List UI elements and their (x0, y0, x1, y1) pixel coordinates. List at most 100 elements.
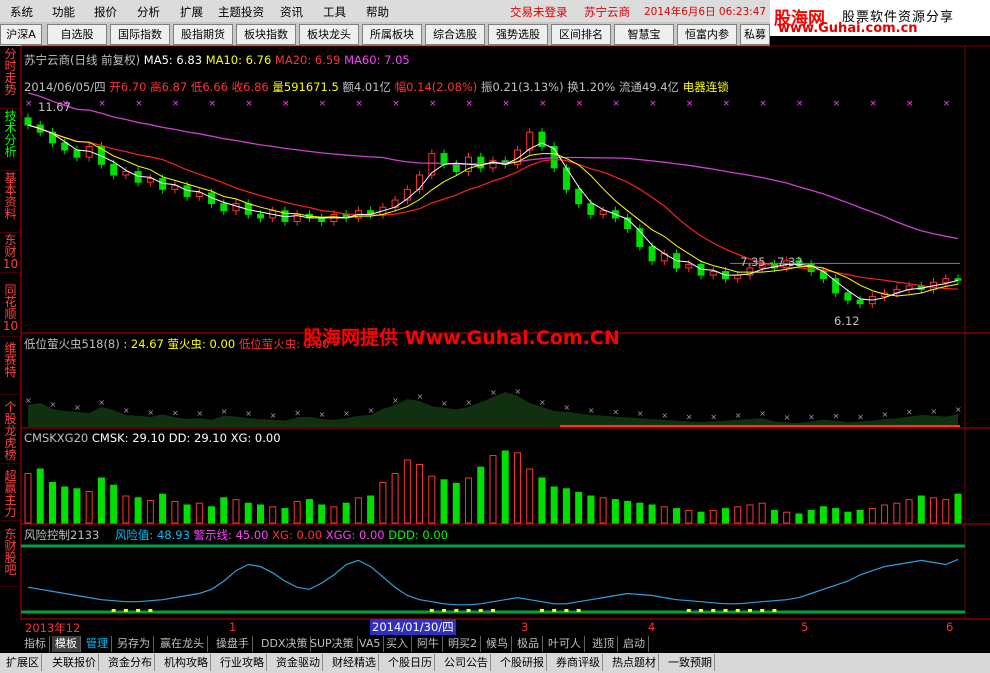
candle-body (587, 203, 595, 215)
risk-low-mark (491, 609, 495, 612)
candle-body (73, 149, 81, 158)
ma20-value: MA20: 6.59 (274, 53, 341, 67)
watermark-text: 股海网提供 Www.Guhai.Com.CN (303, 327, 620, 349)
ind3-risk: 风险值: 48.93 (114, 528, 190, 542)
indicator1-marker: × (123, 406, 130, 415)
signal-marker: × (98, 99, 106, 109)
tab-premium[interactable]: 极品 (514, 636, 543, 652)
indicator2-bar (734, 506, 742, 524)
indicator1-marker: × (25, 396, 32, 405)
indicator2-bar (257, 504, 264, 524)
tab-sup[interactable]: SUP决策 (307, 636, 358, 652)
indicator1-marker: × (172, 408, 179, 417)
ind2-cmsk: CMSK: 29.10 (91, 431, 166, 445)
indicator2-bar (318, 504, 326, 524)
tab2-fund-flow[interactable]: 资金分布 (106, 654, 155, 671)
tab-win-leader[interactable]: 赢在龙头 (157, 636, 208, 652)
signal-marker: × (429, 99, 437, 109)
indicator2-bar (342, 502, 350, 524)
ma10-value: MA10: 6.76 (205, 53, 272, 67)
tab2-fund-drive[interactable]: 资金驱动 (274, 654, 323, 671)
indicator1-marker: × (441, 399, 448, 408)
indicator2-bar (281, 508, 289, 524)
indicator2-bar (930, 497, 938, 524)
indicator2-bar (269, 506, 277, 524)
tab-va5[interactable]: VA5 (356, 636, 385, 652)
signal-marker: × (539, 99, 547, 109)
candle-body (734, 274, 742, 280)
price-low-label: 6.12 (834, 314, 860, 328)
tab-aniu[interactable]: 阿牛 (414, 636, 443, 652)
indicator2-bar (881, 504, 889, 524)
risk-low-mark (552, 609, 557, 612)
indicator1-marker: × (661, 411, 668, 420)
tab2-industry[interactable]: 行业攻略 (218, 654, 267, 671)
risk-low-mark (711, 609, 716, 612)
tab-manage[interactable]: 管理 (83, 636, 112, 652)
risk-low-mark (466, 609, 471, 612)
indicator2-bar (599, 497, 607, 524)
signal-marker: × (576, 99, 584, 109)
indicator2-bar (819, 506, 827, 524)
quote-low: 低6.66 (190, 80, 228, 94)
candle-body (24, 117, 32, 126)
risk-low-mark (136, 609, 141, 612)
tab-save-as[interactable]: 另存为 (114, 636, 154, 652)
candle-body (146, 178, 154, 183)
tab2-finance-news[interactable]: 财经精选 (330, 654, 379, 671)
indicator2-bar (403, 459, 411, 524)
indicator2-bar (954, 493, 962, 524)
tab-escape-top[interactable]: 逃顶 (589, 636, 618, 652)
signal-marker: × (319, 99, 327, 109)
risk-low-mark (148, 609, 153, 612)
candle-body (856, 299, 864, 305)
indicator2-bar (917, 495, 925, 524)
tab-ddx[interactable]: DDX决策 (258, 636, 312, 652)
indicator2-bar (73, 488, 81, 524)
tab2-research[interactable]: 个股研报 (498, 654, 547, 671)
tab-launch[interactable]: 启动 (620, 636, 649, 652)
ma60-value: MA60: 7.05 (344, 53, 410, 67)
indicator2-bar (36, 468, 44, 524)
indicator2-bar (770, 509, 778, 524)
tab2-institution[interactable]: 机构攻略 (162, 654, 211, 671)
tab-migrant-bird[interactable]: 候鸟 (483, 636, 512, 652)
time-axis[interactable]: 2013年12 1 2014/01/30/四 3 4 5 6 (21, 619, 990, 635)
indicator1-area (28, 392, 958, 427)
tab2-hot-topics[interactable]: 热点题材 (610, 654, 659, 671)
tab-mingmai2[interactable]: 明买2 (445, 636, 481, 652)
ma20-line (27, 124, 959, 290)
risk-low-mark (478, 609, 483, 612)
ind2-title: CMSKXG20 (24, 431, 89, 445)
ind3-xgg: XGG: 0.00 (325, 528, 385, 542)
candle-body (942, 278, 950, 283)
candle-body (954, 278, 962, 281)
tab2-extension[interactable]: 扩展区 (4, 654, 42, 671)
tab-template[interactable]: 模板 (52, 636, 81, 652)
indicator2-bar (587, 495, 595, 524)
candle-body (220, 203, 228, 212)
candle-body (61, 142, 69, 151)
indicator1-marker: × (735, 411, 742, 420)
risk-low-mark (747, 609, 752, 612)
candle-body (452, 163, 460, 172)
indicator1-marker: × (931, 407, 938, 416)
tab-indicator[interactable]: 指标 (21, 636, 50, 652)
tab2-consensus[interactable]: 一致预期 (666, 654, 715, 671)
tab-buy[interactable]: 买入 (383, 636, 412, 652)
tab-yekeren[interactable]: 叶可人 (545, 636, 585, 652)
indicator2-bar (416, 464, 424, 524)
indicator2-bar (856, 509, 864, 524)
risk-low-mark (699, 609, 704, 612)
indicator2-bar (367, 495, 375, 524)
tab2-stock-calendar[interactable]: 个股日历 (386, 654, 435, 671)
tab2-related-quote[interactable]: 关联报价 (50, 654, 99, 671)
indicator1-marker: × (955, 405, 962, 414)
tab2-broker-rating[interactable]: 券商评级 (554, 654, 603, 671)
candle-body (575, 188, 583, 205)
indicator1-marker: × (196, 409, 203, 418)
candle-body (416, 174, 424, 190)
tab-trader[interactable]: 操盘手 (213, 636, 253, 652)
tab2-announcements[interactable]: 公司公告 (442, 654, 491, 671)
candle-body (318, 217, 326, 223)
